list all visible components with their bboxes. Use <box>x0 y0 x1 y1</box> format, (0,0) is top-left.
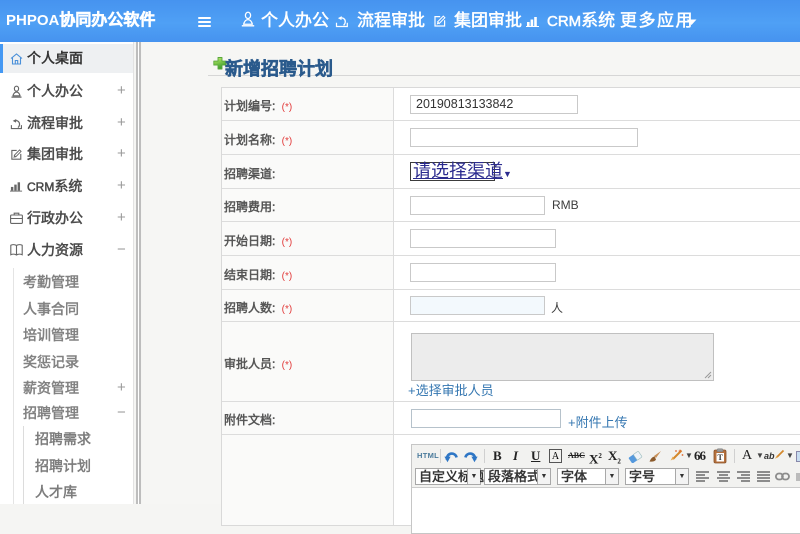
svg-text:T: T <box>718 453 724 462</box>
